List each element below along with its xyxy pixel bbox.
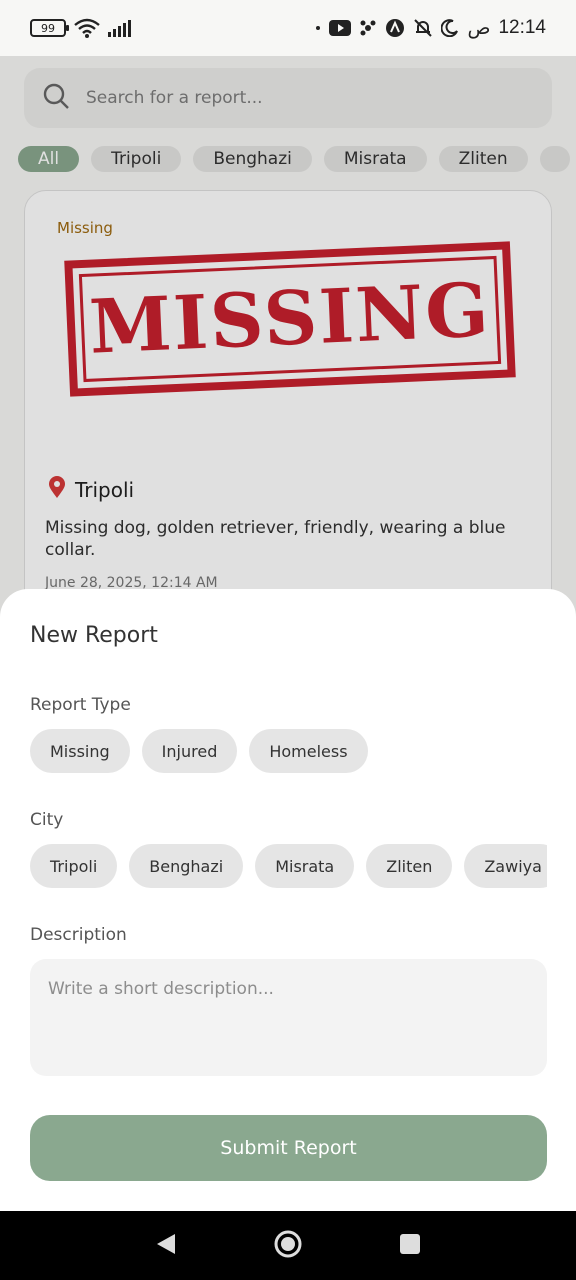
status-right: ص 12:14 — [315, 17, 546, 40]
battery-icon: 99 — [30, 19, 69, 37]
sheet-title: New Report — [30, 623, 158, 648]
system-nav-bar — [0, 1211, 576, 1280]
description-input[interactable] — [48, 979, 529, 1056]
description-heading: Description — [30, 925, 127, 945]
a-circle-icon — [385, 18, 405, 38]
wifi-icon — [74, 18, 100, 38]
status-left: 99 — [30, 18, 134, 38]
description-box — [30, 959, 547, 1076]
youtube-icon — [329, 20, 352, 36]
report-type-chip-homeless[interactable]: Homeless — [249, 729, 368, 773]
city-chip-zliten[interactable]: Zliten — [366, 844, 453, 888]
battery-level: 99 — [41, 21, 55, 35]
clock: 12:14 — [498, 17, 546, 38]
report-type-chip-missing[interactable]: Missing — [30, 729, 130, 773]
back-icon[interactable] — [155, 1232, 177, 1260]
report-type-chips: Missing Injured Homeless — [30, 729, 547, 773]
status-bar: 99 ص 12:14 — [0, 0, 576, 56]
report-type-heading: Report Type — [30, 695, 131, 715]
city-heading: City — [30, 810, 64, 830]
city-chip-tripoli[interactable]: Tripoli — [30, 844, 118, 888]
report-type-chip-injured[interactable]: Injured — [141, 729, 238, 773]
new-report-sheet: New Report Report Type Missing Injured H… — [0, 589, 576, 1211]
app-notification-icon — [359, 19, 377, 37]
dot-icon — [315, 25, 321, 31]
bell-off-icon — [413, 18, 433, 38]
home-icon[interactable] — [273, 1229, 303, 1263]
city-chip-zawiya[interactable]: Zawiya — [464, 844, 547, 888]
clock-suffix: ص — [467, 17, 491, 39]
city-chip-misrata[interactable]: Misrata — [255, 844, 355, 888]
recents-icon[interactable] — [399, 1233, 421, 1259]
city-chips: Tripoli Benghazi Misrata Zliten Zawiya — [30, 844, 547, 888]
signal-icon — [108, 19, 134, 37]
submit-report-button[interactable]: Submit Report — [30, 1115, 547, 1181]
city-chip-benghazi[interactable]: Benghazi — [129, 844, 244, 888]
moon-icon — [441, 19, 459, 37]
